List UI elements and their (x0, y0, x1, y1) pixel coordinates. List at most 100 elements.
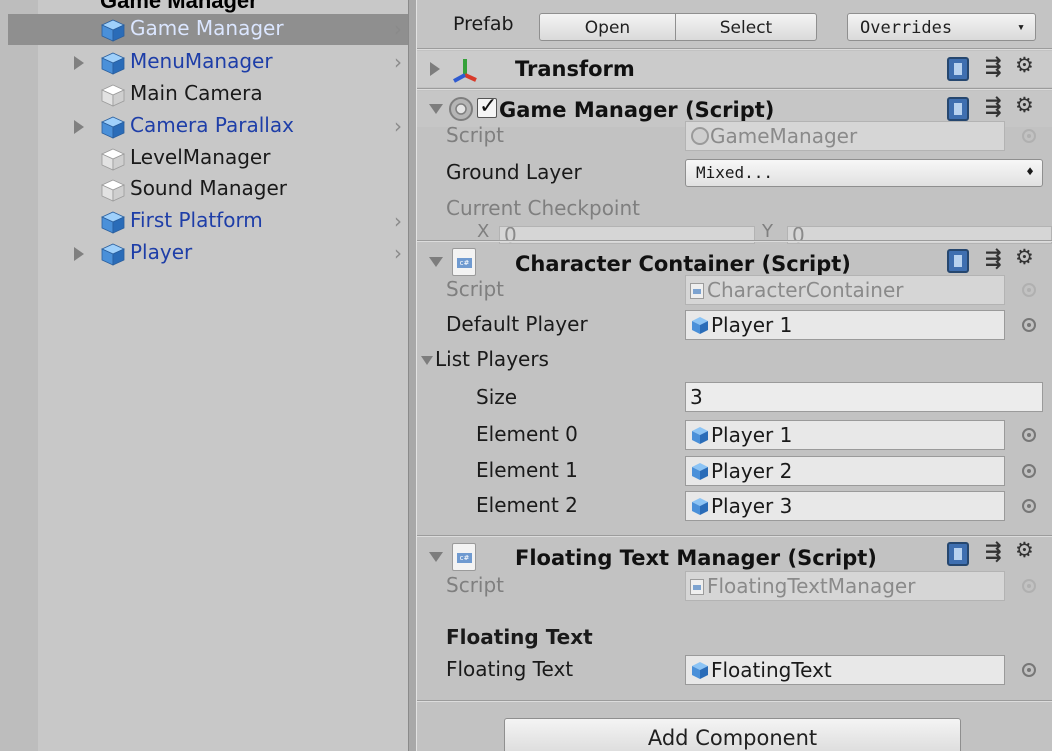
script-field-value: GameManager (710, 124, 858, 148)
hierarchy-item[interactable]: MenuManager › (8, 47, 408, 78)
hierarchy-item-label: Sound Manager (130, 176, 288, 200)
script-gear-icon (691, 127, 709, 145)
gear-icon[interactable]: ⚙ (1015, 245, 1034, 269)
hierarchy-item[interactable]: Main Camera (8, 79, 408, 110)
preset-sliders-icon[interactable]: ⇶ (985, 539, 1002, 563)
chevron-right-icon[interactable]: › (394, 17, 402, 41)
gameobject-cube-icon (101, 84, 125, 107)
help-book-icon[interactable] (947, 542, 969, 566)
object-picker-icon[interactable] (1022, 579, 1036, 593)
prefab-cube-icon (692, 427, 708, 444)
size-field[interactable]: 3 (685, 382, 1043, 412)
list-element-label: Element 2 (476, 493, 578, 517)
object-picker-icon[interactable] (1022, 318, 1036, 332)
object-picker-icon[interactable] (1022, 663, 1036, 677)
expand-arrow-icon[interactable] (74, 120, 84, 134)
list-element-field[interactable]: Player 2 (685, 456, 1005, 486)
divider (417, 535, 1052, 537)
gameobject-cube-icon (101, 148, 125, 171)
character-container-header[interactable]: c# Character Container (Script) ⇶ ⚙ (417, 243, 1052, 279)
transform-header[interactable]: Transform ⇶ ⚙ (417, 51, 1052, 87)
prefab-cube-icon (692, 498, 708, 515)
expand-arrow-icon[interactable] (74, 247, 84, 261)
chevron-right-icon[interactable]: › (394, 114, 402, 138)
character-container-title: Character Container (Script) (515, 252, 851, 276)
list-element-value: Player 3 (711, 494, 793, 518)
script-field[interactable]: GameManager (685, 121, 1005, 151)
object-picker-icon[interactable] (1022, 428, 1036, 442)
csharp-script-icon-text: c# (457, 258, 472, 268)
help-book-icon[interactable] (947, 57, 969, 81)
gear-icon[interactable]: ⚙ (1015, 93, 1034, 117)
object-picker-icon[interactable] (1022, 129, 1036, 143)
script-field-value: FloatingTextManager (707, 574, 916, 598)
fold-arrow-right-icon[interactable] (430, 62, 440, 76)
preset-sliders-icon[interactable]: ⇶ (985, 54, 1002, 78)
inspector-panel: Prefab Open Select Overrides ▾ Transform… (417, 0, 1052, 751)
panel-splitter[interactable] (408, 0, 417, 751)
preset-sliders-icon[interactable]: ⇶ (985, 94, 1002, 118)
list-element-label: Element 1 (476, 458, 578, 482)
list-element-value: Player 2 (711, 459, 793, 483)
script-gear-icon (449, 97, 473, 121)
preset-sliders-icon[interactable]: ⇶ (985, 246, 1002, 270)
default-player-label: Default Player (446, 312, 588, 336)
add-component-button[interactable]: Add Component (504, 718, 961, 751)
chevron-right-icon[interactable]: › (394, 209, 402, 233)
gear-icon[interactable]: ⚙ (1015, 538, 1034, 562)
ground-layer-dropdown[interactable]: Mixed... ♦ (685, 159, 1043, 187)
list-players-fold-icon[interactable] (421, 356, 433, 365)
script-field[interactable]: CharacterContainer (685, 275, 1005, 305)
chevron-down-icon: ▾ (1017, 20, 1025, 35)
floating-text-field[interactable]: FloatingText (685, 655, 1005, 685)
hierarchy-item[interactable]: Camera Parallax › (8, 111, 408, 142)
chevron-right-icon[interactable]: › (394, 50, 402, 74)
prefab-cube-icon (101, 116, 125, 139)
hierarchy-item-label: Player (130, 240, 193, 264)
hierarchy-cut-off-label: Game Manager (100, 0, 258, 13)
hierarchy-item[interactable]: Game Manager › (8, 14, 408, 45)
hierarchy-item-label: First Platform (130, 208, 263, 232)
hierarchy-item-label: Camera Parallax (130, 113, 294, 137)
hierarchy-item-label: Game Manager (130, 16, 284, 40)
script-field-value: CharacterContainer (707, 278, 904, 302)
prefab-open-button[interactable]: Open (539, 13, 676, 41)
transform-axes-icon (453, 59, 477, 83)
expand-arrow-icon[interactable] (74, 56, 84, 70)
prefab-label: Prefab (453, 13, 514, 35)
help-book-icon[interactable] (947, 249, 969, 273)
floating-text-manager-header[interactable]: c# Floating Text Manager (Script) ⇶ ⚙ (417, 538, 1052, 574)
hierarchy-item[interactable]: Sound Manager (8, 174, 408, 205)
prefab-select-button[interactable]: Select (675, 13, 817, 41)
help-book-icon[interactable] (947, 97, 969, 121)
default-player-field[interactable]: Player 1 (685, 310, 1005, 340)
component-enabled-checkbox[interactable] (477, 94, 497, 119)
object-picker-icon[interactable] (1022, 464, 1036, 478)
object-picker-icon[interactable] (1022, 499, 1036, 513)
hierarchy-panel: Game Manager Game Manager › MenuManager › Ma… (0, 0, 408, 751)
list-element-field[interactable]: Player 1 (685, 420, 1005, 450)
current-checkpoint-label: Current Checkpoint (446, 196, 641, 220)
list-element-label: Element 0 (476, 422, 578, 446)
prefab-cube-icon (101, 19, 125, 42)
chevron-right-icon[interactable]: › (394, 241, 402, 265)
prefab-overrides-dropdown[interactable]: Overrides ▾ (847, 13, 1036, 41)
fold-arrow-down-icon[interactable] (429, 104, 443, 114)
script-file-icon (690, 283, 704, 299)
csharp-script-icon: c# (452, 248, 476, 276)
divider (417, 88, 1052, 90)
script-label: Script (446, 573, 505, 597)
fold-arrow-down-icon[interactable] (429, 257, 443, 267)
hierarchy-item[interactable]: LevelManager (8, 143, 408, 174)
hierarchy-item[interactable]: Player › (8, 238, 408, 269)
object-picker-icon[interactable] (1022, 283, 1036, 297)
fold-arrow-down-icon[interactable] (429, 552, 443, 562)
gear-icon[interactable]: ⚙ (1015, 53, 1034, 77)
list-element-field[interactable]: Player 3 (685, 491, 1005, 521)
script-file-icon (690, 579, 704, 595)
hierarchy-item[interactable]: First Platform › (8, 206, 408, 237)
list-players-label[interactable]: List Players (435, 347, 549, 371)
csharp-script-icon: c# (452, 543, 476, 571)
prefab-cube-icon (692, 463, 708, 480)
script-field[interactable]: FloatingTextManager (685, 571, 1005, 601)
